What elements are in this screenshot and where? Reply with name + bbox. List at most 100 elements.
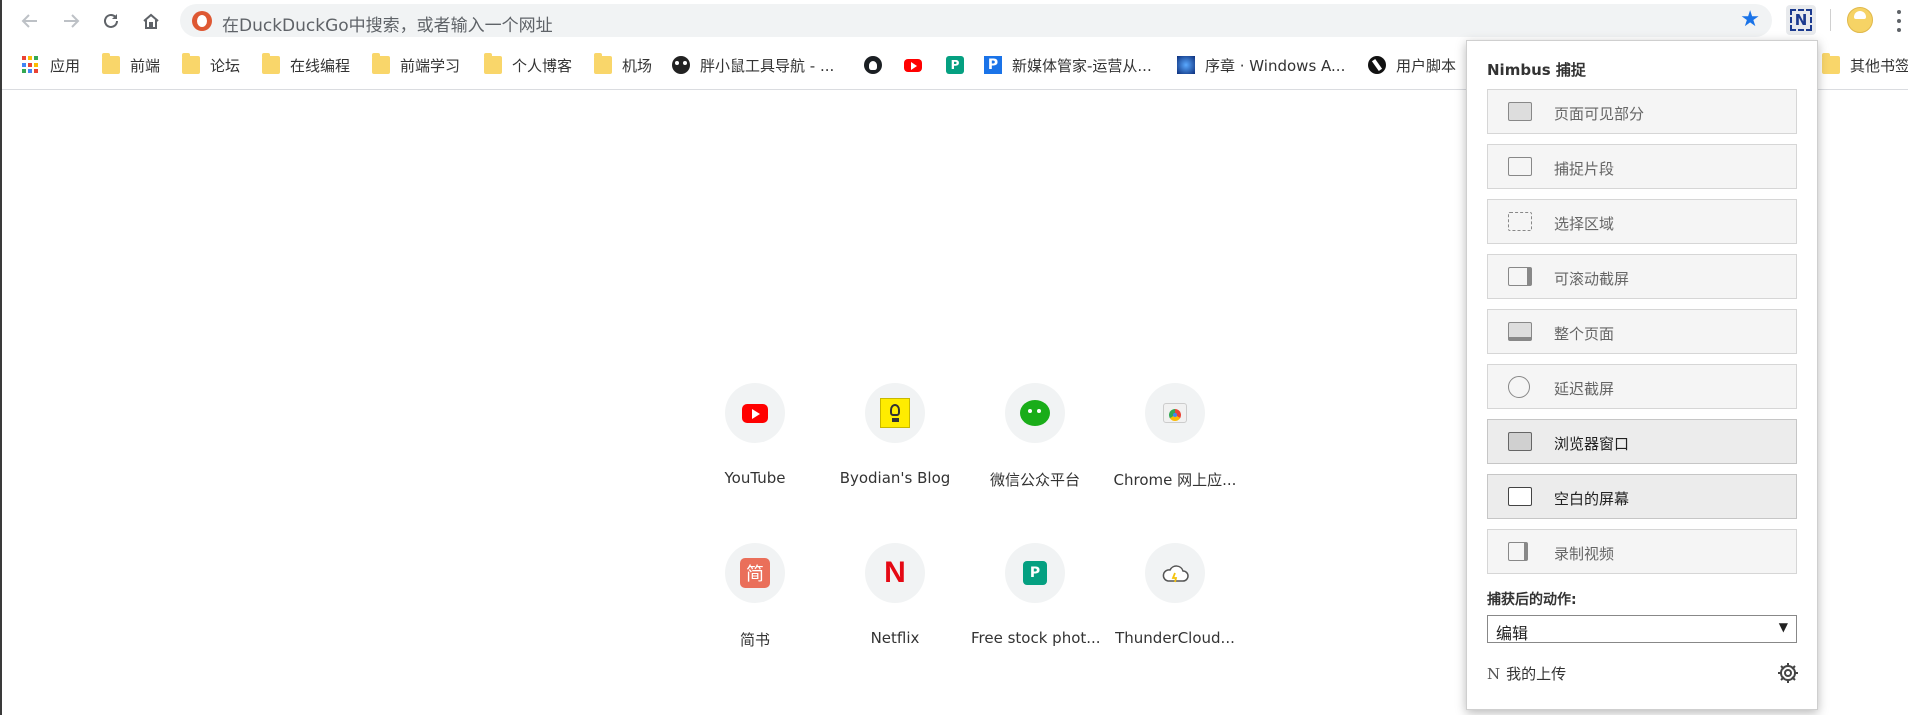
youtube-icon [904,58,922,72]
browser-menu-button[interactable] [1894,8,1904,34]
capture-scrollable-button[interactable]: 可滚动截屏 [1487,254,1797,299]
capture-entire-page-button[interactable]: 整个页面 [1487,309,1797,354]
bookmark-tool-navigation[interactable]: 胖小鼠工具导航 - ... [672,51,834,79]
bookmark-label: 其他书签 [1850,56,1908,75]
capture-blank-screen-button[interactable]: 空白的屏幕 [1487,474,1797,519]
tile-icon-circle [1145,543,1205,603]
tile-label: 简书 [739,631,770,649]
button-label: 捕捉片段 [1554,160,1615,178]
tile-label: Chrome 网上应... [1113,471,1237,489]
bookmark-folder-personal-blog[interactable]: 个人博客 [484,51,572,79]
userscript-icon [1368,56,1386,74]
mouse-icon [672,56,690,74]
shortcut-tile-thundercloud[interactable]: ThunderCloud... [1111,543,1239,663]
bookmark-pexels[interactable]: P [946,51,964,79]
pexels-icon: P [1023,561,1047,585]
capture-delayed-button[interactable]: 延迟截屏 [1487,364,1797,409]
popup-title: Nimbus 捕捉 [1487,61,1586,79]
apps-grid-icon [22,56,40,74]
bookmark-folder-forum[interactable]: 论坛 [182,51,240,79]
home-button[interactable] [137,7,165,35]
tile-icon-circle [725,383,785,443]
bookmark-folder-frontend-learning[interactable]: 前端学习 [372,51,460,79]
tile-label: Byodian's Blog [839,469,951,487]
after-capture-select[interactable]: 编辑 ▼ [1487,615,1797,643]
forward-button[interactable] [57,7,85,35]
button-label: 浏览器窗口 [1554,435,1630,453]
tile-icon-circle [1005,383,1065,443]
select-area-icon [1508,212,1532,231]
gear-icon[interactable] [1777,662,1799,684]
dropdown-arrow-icon: ▼ [1778,620,1788,634]
bookmark-star-icon[interactable]: ★ [1740,9,1760,31]
reload-icon [104,13,118,28]
windows-a-icon [1177,56,1195,74]
fragment-icon [1508,157,1532,176]
tile-label: Netflix [870,629,920,647]
shortcut-tile-youtube[interactable]: YouTube [691,383,819,503]
shortcut-tile-pexels[interactable]: P Free stock phot... [971,543,1099,663]
shortcut-tile-jianshu[interactable]: 简 简书 [691,543,819,663]
bookmark-youtube[interactable] [904,51,922,79]
video-icon [1508,542,1528,561]
button-label: 空白的屏幕 [1554,490,1630,508]
bookmark-label: 用户脚本 [1396,56,1457,75]
bookmark-windows-a[interactable]: 序章 · Windows A... [1177,51,1345,79]
tile-icon-circle [865,383,925,443]
nimbus-extension-button[interactable]: N [1786,5,1816,35]
tile-icon-circle: P [1005,543,1065,603]
pexels-icon: P [946,56,964,74]
tile-label: YouTube [724,469,786,487]
bookmark-folder-online-coding[interactable]: 在线编程 [262,51,350,79]
capture-visible-part-button[interactable]: 页面可见部分 [1487,89,1797,134]
capture-browser-window-button[interactable]: 浏览器窗口 [1487,419,1797,464]
tile-label: 微信公众平台 [989,471,1080,489]
reload-button[interactable] [97,7,125,35]
bookmark-new-media[interactable]: P 新媒体管家-运营从... [984,51,1152,79]
github-icon [864,56,882,74]
profile-avatar[interactable] [1847,7,1873,33]
tile-icon-circle [1145,383,1205,443]
back-button[interactable] [16,7,44,35]
cloud-icon [1162,565,1189,583]
button-label: 可滚动截屏 [1554,270,1630,288]
address-bar[interactable]: 在DuckDuckGo中搜索，或者输入一个网址 ★ [180,4,1772,37]
bookmark-label: 个人博客 [512,56,573,75]
shortcut-tile-byodian-blog[interactable]: Byodian's Blog [831,383,959,503]
folder-icon [372,53,390,74]
shortcut-tile-netflix[interactable]: N Netflix [831,543,959,663]
folder-icon [1822,53,1840,74]
capture-select-area-button[interactable]: 选择区域 [1487,199,1797,244]
bookmark-label: 论坛 [210,56,241,75]
bookmark-folder-other[interactable]: 其他书签 [1822,51,1908,79]
bookmark-folder-frontend[interactable]: 前端 [102,51,160,79]
nimbus-icon: N [1790,9,1812,31]
scroll-capture-icon [1508,267,1532,286]
shortcut-tile-wechat[interactable]: 微信公众平台 [971,383,1099,503]
blank-screen-icon [1508,487,1532,506]
arrow-left-icon [21,14,37,28]
visible-part-icon [1508,102,1532,121]
shortcut-tile-chrome-web-store[interactable]: Chrome 网上应... [1111,383,1239,503]
tile-label: ThunderCloud... [1115,629,1235,647]
bookmark-userscript[interactable]: 用户脚本 [1368,51,1456,79]
folder-icon [484,53,502,74]
button-label: 整个页面 [1554,325,1615,343]
bookmark-folder-airport[interactable]: 机场 [594,51,652,79]
nimbus-logo-icon: N [1487,664,1501,683]
button-label: 延迟截屏 [1554,380,1615,398]
arrow-right-icon [64,14,80,28]
record-video-button[interactable]: 录制视频 [1487,529,1797,574]
browser-toolbar: 在DuckDuckGo中搜索，或者输入一个网址 ★ N [2,0,1908,41]
my-uploads-link[interactable]: N 我的上传 [1487,663,1566,684]
tile-icon-circle: 简 [725,543,785,603]
browser-window: 在DuckDuckGo中搜索，或者输入一个网址 ★ N 应用 前端 论坛 在线编… [0,0,1908,715]
capture-fragment-button[interactable]: 捕捉片段 [1487,144,1797,189]
p-icon: P [984,56,1002,74]
duckduckgo-icon [192,11,212,31]
entire-page-icon [1508,322,1532,341]
bookmark-github[interactable] [864,51,882,79]
button-label: 选择区域 [1554,215,1615,233]
bookmark-apps[interactable]: 应用 [22,51,80,79]
bookmark-label: 序章 · Windows A... [1205,56,1346,75]
